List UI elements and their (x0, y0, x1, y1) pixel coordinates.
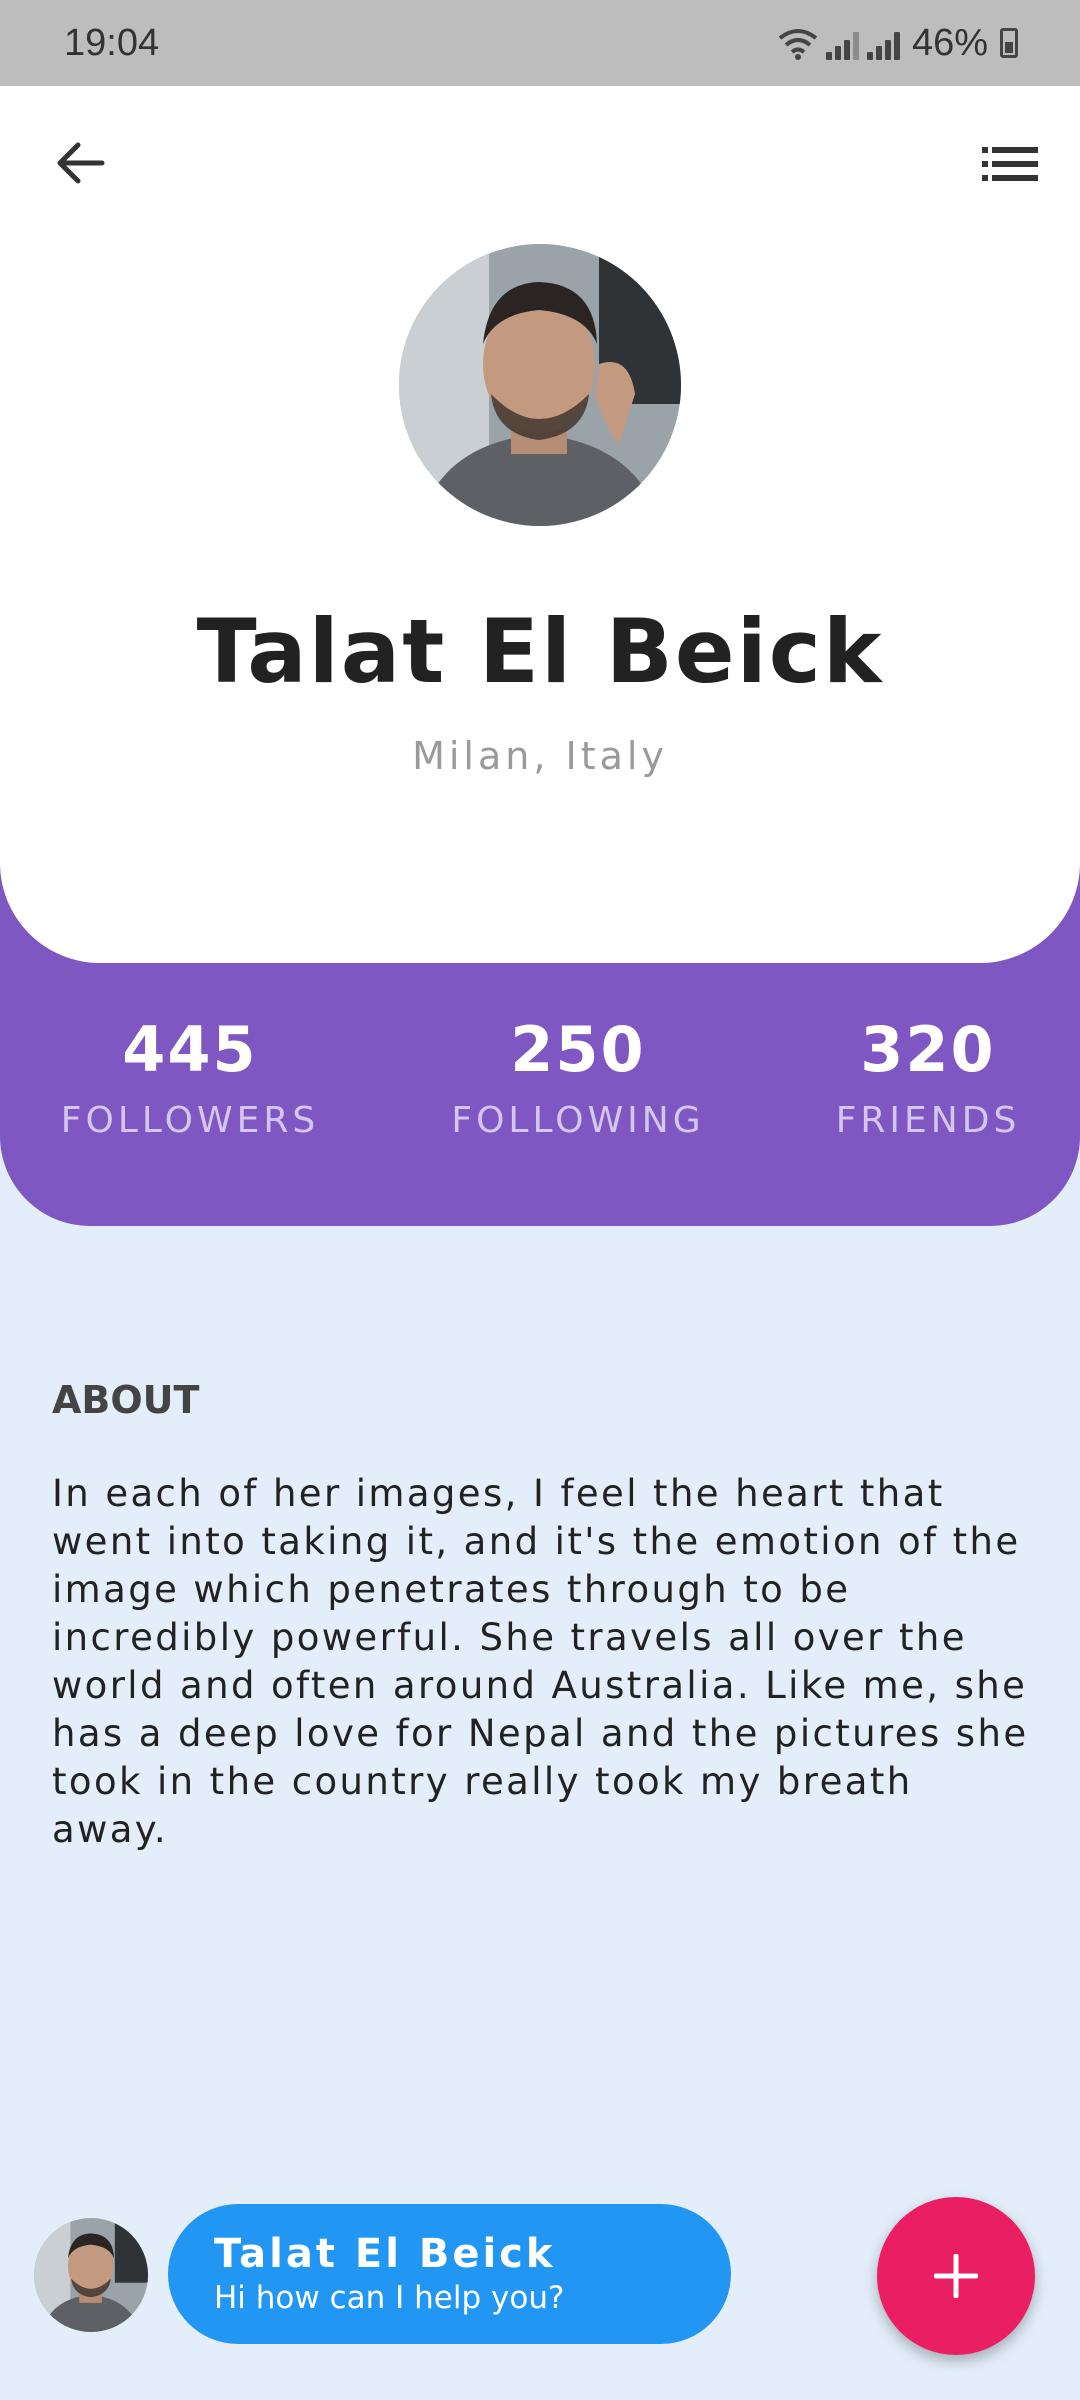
status-time: 19:04 (64, 21, 160, 64)
chat-name: Talat El Beick (214, 2231, 556, 2277)
plus-icon (934, 2254, 978, 2298)
profile-photo (399, 244, 681, 526)
stat-value: 320 (860, 1013, 996, 1086)
stat-value: 445 (122, 1013, 258, 1086)
profile-avatar[interactable] (399, 244, 681, 526)
arrow-left-icon (57, 142, 105, 184)
stat-label: FRIENDS (835, 1100, 1021, 1141)
wifi-icon (778, 29, 818, 60)
stat-following[interactable]: 250 FOLLOWING (451, 1010, 700, 1141)
battery-icon (1000, 28, 1018, 58)
chat-message: Hi how can I help you? (214, 2280, 565, 2316)
stat-friends[interactable]: 320 FRIENDS (828, 1010, 1028, 1141)
stat-value: 250 (510, 1013, 646, 1086)
add-button[interactable] (877, 2197, 1035, 2355)
about-text: In each of her images, I feel the heart … (52, 1472, 1029, 1851)
about-heading: ABOUT (52, 1378, 200, 1422)
status-icons (778, 26, 900, 60)
profile-location: Milan, Italy (412, 734, 668, 778)
status-bar: 19:04 46% (0, 0, 1080, 86)
chat-bubble[interactable]: Talat El Beick Hi how can I help you? (168, 2204, 731, 2344)
stat-followers[interactable]: 445 FOLLOWERS (61, 1010, 315, 1141)
stat-label: FOLLOWING (451, 1100, 705, 1141)
battery-percent: 46% (911, 21, 988, 64)
signal-icon (825, 30, 859, 60)
signal-icon (866, 30, 900, 60)
profile-name: Talat El Beick (196, 600, 884, 703)
stat-label: FOLLOWERS (60, 1100, 320, 1141)
list-menu-icon (982, 147, 1038, 181)
back-button[interactable] (50, 128, 110, 198)
status-indicators: 46% (778, 22, 1018, 65)
menu-button[interactable] (980, 135, 1040, 193)
chat-avatar-photo (34, 2218, 148, 2332)
chat-avatar[interactable] (34, 2218, 148, 2332)
